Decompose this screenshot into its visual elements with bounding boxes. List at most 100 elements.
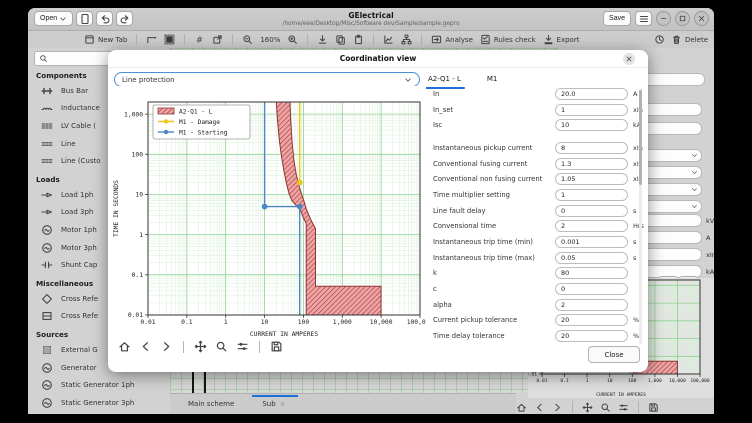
form-scrollbar[interactable] — [639, 88, 642, 344]
zoom-in-button[interactable] — [287, 34, 298, 45]
field-input-k[interactable]: 80 — [555, 267, 628, 280]
dialog-close-action-button[interactable]: Close — [588, 346, 640, 363]
left-icon — [537, 403, 542, 411]
menu-icon — [639, 15, 648, 22]
maximize-button[interactable] — [675, 11, 690, 26]
protection-model-select[interactable]: Line protection — [114, 72, 420, 87]
open-external-button[interactable] — [212, 34, 223, 45]
pan-nav-button[interactable] — [582, 402, 593, 413]
search-icon — [601, 403, 610, 412]
toolbar-separator — [183, 340, 184, 353]
toolbar-separator — [373, 34, 375, 45]
inductance-icon — [41, 108, 53, 111]
field-unit: A — [633, 89, 638, 98]
field-unit: s — [633, 206, 637, 215]
floppy-nav-button[interactable] — [270, 340, 283, 353]
form-row: In 20.0 A — [433, 86, 643, 102]
sliders-nav-button[interactable] — [236, 340, 249, 353]
field-input-conventional-fusing-current[interactable]: 1.3 — [555, 157, 628, 170]
field-input-in-set[interactable]: 1 — [555, 103, 628, 116]
chevron-down-icon — [59, 15, 67, 23]
field-input-time-multiplier-setting[interactable]: 1 — [555, 188, 628, 201]
network-tree-button[interactable] — [401, 34, 412, 45]
home-nav-button[interactable] — [516, 402, 527, 413]
minimize-button[interactable] — [656, 11, 671, 26]
field-input-in[interactable]: 20.0 — [555, 87, 628, 100]
history-button[interactable] — [654, 34, 665, 45]
chevron-icon — [405, 77, 411, 82]
field-input-convensional-time[interactable]: 2 — [555, 220, 628, 233]
delete-label: Delete — [685, 35, 708, 44]
paste-button[interactable] — [353, 34, 364, 45]
scheme-tab-sub[interactable]: Sub × — [252, 394, 298, 414]
field-label: Convensional time — [433, 222, 497, 231]
sidebar-item-static-generator-3ph[interactable]: Static Generator 3ph — [34, 394, 170, 412]
rules-check-button[interactable]: Rules check — [480, 34, 536, 45]
pan-nav-button[interactable] — [194, 340, 207, 353]
field-input-isc[interactable]: 10 — [555, 119, 628, 132]
field-input-conventional-non-fusing-current[interactable]: 1.05 — [555, 173, 628, 186]
scheme-tab-main-scheme[interactable]: Main scheme — [184, 394, 238, 414]
floppy-nav-button[interactable] — [648, 402, 659, 413]
svg-text:1,000: 1,000 — [124, 111, 143, 118]
new-file-button[interactable] — [76, 11, 94, 26]
grid-toggle-button[interactable]: # — [194, 34, 205, 45]
coordination-chart[interactable]: 0.01 0.1 1 10 100 1,000 10,000 100,000 0.01 0.1 1 1… — [110, 86, 433, 338]
search-nav-button[interactable] — [600, 402, 611, 413]
svg-text:CURRENT IN AMPERES: CURRENT IN AMPERES — [250, 331, 318, 338]
field-input-current-pickup-tolerance[interactable]: 20 — [555, 314, 628, 327]
save-button[interactable]: Save — [603, 11, 631, 26]
close-window-button[interactable] — [694, 11, 709, 26]
export-button[interactable]: Export — [543, 34, 579, 45]
home-nav-button[interactable] — [118, 340, 131, 353]
wire-tool-button[interactable] — [146, 34, 157, 45]
search-nav-button[interactable] — [215, 340, 228, 353]
field-input-instantaneous-pickup-current[interactable]: 8 — [555, 141, 628, 154]
svg-text:0.1: 0.1 — [181, 319, 193, 326]
field-input-time-delay-tolerance[interactable]: 20 — [555, 330, 628, 343]
field-input-line-fault-delay[interactable]: 0 — [555, 204, 628, 217]
dialog-close-button[interactable] — [623, 53, 635, 65]
chevron-down-icon — [404, 76, 412, 84]
svg-text:TIME IN SECONDS: TIME IN SECONDS — [113, 180, 120, 237]
redo-icon — [120, 14, 128, 23]
svg-text:1: 1 — [224, 319, 228, 326]
field-input-c[interactable]: 0 — [555, 283, 628, 296]
busbar-icon — [41, 87, 53, 95]
copy-button[interactable] — [335, 34, 346, 45]
tab-close-icon[interactable]: × — [280, 400, 286, 408]
svg-text:0.01: 0.01 — [528, 372, 537, 378]
left-nav-button[interactable] — [534, 402, 545, 413]
file-path: /home/eee/Desktop/Misc/Software dev/Samp… — [282, 21, 460, 27]
svg-text:1,000: 1,000 — [333, 319, 352, 326]
diamond-icon — [42, 293, 52, 304]
svg-text:100: 100 — [132, 151, 144, 158]
field-label: Conventional fusing current — [433, 159, 528, 168]
redo-button[interactable] — [116, 11, 134, 26]
right-nav-button[interactable] — [160, 340, 173, 353]
select-tool-button[interactable] — [164, 34, 175, 45]
left-nav-button[interactable] — [139, 340, 152, 353]
sliders-icon — [237, 342, 248, 351]
field-input-instantaneous-trip-time-max-[interactable]: 0.05 — [555, 251, 628, 264]
toolbar-separator — [307, 34, 309, 45]
analyse-button[interactable]: Analyse — [431, 34, 473, 45]
sliders-nav-button[interactable] — [618, 402, 629, 413]
insert-element-button[interactable] — [317, 34, 328, 45]
svg-text:10: 10 — [261, 319, 269, 326]
field-input-alpha[interactable]: 2 — [555, 298, 628, 311]
zoom-out-button[interactable] — [242, 34, 253, 45]
dialog-title: Coordination view — [108, 50, 648, 68]
right-nav-button[interactable] — [552, 402, 563, 413]
field-input-instantaneous-trip-time-min-[interactable]: 0.001 — [555, 236, 628, 249]
sliders-icon — [619, 403, 628, 411]
plot-view-button[interactable] — [383, 34, 394, 45]
menu-button[interactable] — [635, 11, 652, 26]
sidebar-item-static-generator-1ph[interactable]: Static Generator 1ph — [34, 376, 170, 394]
form-row: Instantaneous trip time (max) 0.05 s — [433, 250, 643, 266]
undo-button[interactable] — [96, 11, 114, 26]
open-button[interactable]: Open — [34, 11, 74, 26]
generator-icon — [42, 362, 52, 373]
new-tab-button[interactable]: New Tab — [84, 34, 127, 45]
delete-button[interactable]: Delete — [671, 34, 708, 45]
